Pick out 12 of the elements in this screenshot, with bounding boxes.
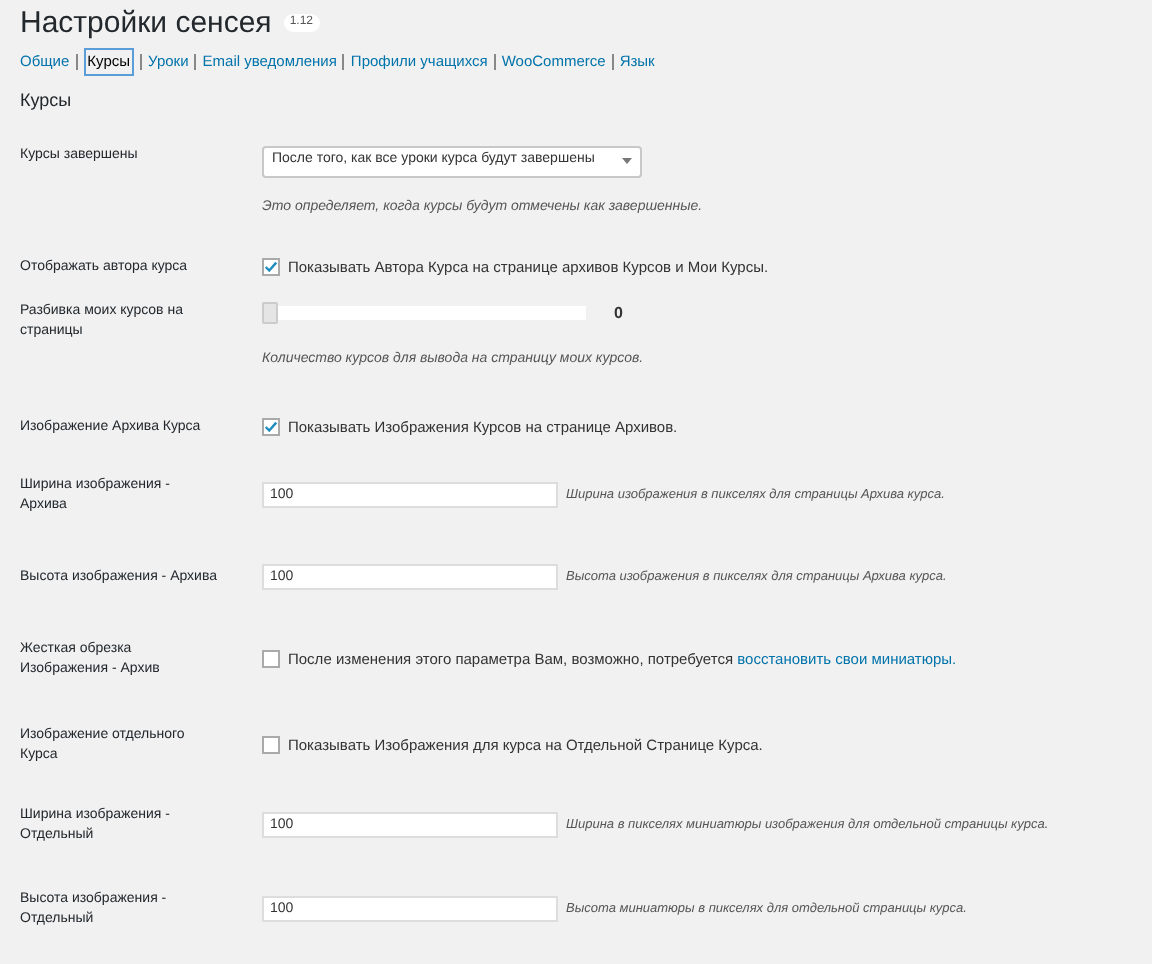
checkbox[interactable] [262,418,280,436]
checkbox[interactable] [262,650,280,668]
section-title: Курсы [20,88,74,114]
slider-track[interactable] [262,306,586,320]
checkbox[interactable] [262,736,280,754]
checkbox[interactable] [262,258,280,276]
dropdown-caret-icon [622,158,632,164]
page-title: Настройки сенсея [20,7,272,37]
slider-value: 0 [614,301,623,325]
slider-handle[interactable] [262,302,278,324]
checkmark-icon [264,420,278,434]
checkmark-icon [264,260,278,274]
